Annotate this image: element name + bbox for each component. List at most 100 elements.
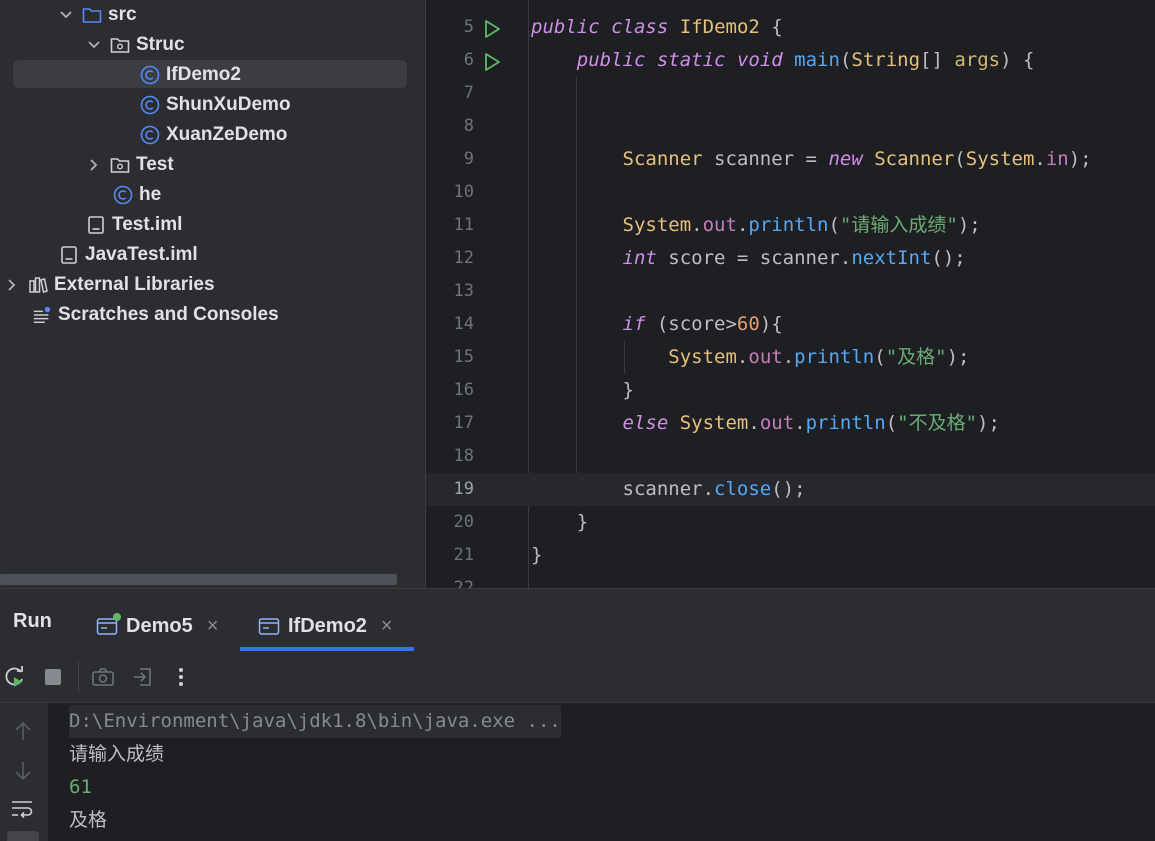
tree-item-label: Test.iml	[112, 214, 183, 235]
class-icon	[140, 125, 160, 145]
tree-item-shunxudemo[interactable]: ShunXuDemo	[0, 90, 420, 120]
line-number: 10	[453, 182, 474, 202]
tab-ifdemo2[interactable]: IfDemo2 ×	[258, 601, 393, 651]
tree-item-label: Struc	[136, 34, 185, 55]
rerun-icon[interactable]	[3, 665, 27, 689]
soft-wrap-icon[interactable]	[10, 797, 34, 821]
tree-item-label: External Libraries	[54, 274, 215, 295]
chevron-right-icon[interactable]	[4, 277, 20, 293]
line-number: 15	[453, 347, 474, 367]
code-text: System.out.println("及格");	[668, 346, 970, 368]
code-line: 12 int score = scanner.nextInt();	[426, 242, 1155, 275]
file-icon	[59, 245, 79, 265]
code-text: }	[531, 544, 543, 566]
class-icon	[140, 65, 160, 85]
code-line: 5 public class IfDemo2 {	[426, 11, 1155, 44]
line-number: 22	[453, 578, 474, 588]
code-line: 22	[426, 572, 1155, 588]
tree-item-label: Scratches and Consoles	[58, 304, 279, 325]
chevron-down-icon[interactable]	[58, 7, 74, 23]
code-line: 15 System.out.println("及格");	[426, 341, 1155, 374]
code-text: Scanner scanner = new Scanner(System.in)…	[622, 148, 1092, 170]
line-number: 12	[453, 248, 474, 268]
horizontal-scrollbar[interactable]	[0, 574, 397, 585]
line-number: 5	[463, 17, 474, 37]
line-number: 14	[453, 314, 474, 334]
line-number: 6	[463, 50, 474, 70]
tree-item-label: IfDemo2	[166, 64, 241, 85]
run-config-icon	[96, 613, 121, 636]
tab-label: IfDemo2	[288, 614, 367, 637]
line-number: 16	[453, 380, 474, 400]
tree-item-scratches[interactable]: Scratches and Consoles	[0, 300, 420, 330]
camera-icon[interactable]	[91, 665, 115, 689]
console-output-line: 请输入成绩	[69, 743, 165, 765]
code-text: System.out.println("请输入成绩");	[622, 214, 981, 236]
line-number: 9	[463, 149, 474, 169]
line-number: 17	[453, 413, 474, 433]
tree-item-label: ShunXuDemo	[166, 94, 291, 115]
close-icon[interactable]: ×	[381, 615, 393, 638]
code-line: 6 public static void main(String[] args)…	[426, 44, 1155, 77]
code-line-current: 19 scanner.close();	[426, 473, 1155, 506]
more-options-icon[interactable]	[169, 665, 193, 689]
line-number: 20	[453, 512, 474, 532]
chevron-down-icon[interactable]	[86, 37, 102, 53]
tree-item-label: JavaTest.iml	[85, 244, 198, 265]
package-icon	[110, 35, 130, 55]
tab-label: Demo5	[126, 614, 193, 637]
console-output-line: 及格	[69, 809, 108, 831]
code-text: public static void main(String[] args) {	[576, 49, 1035, 71]
tree-item-javatest-iml[interactable]: JavaTest.iml	[0, 240, 420, 270]
arrow-down-icon[interactable]	[11, 759, 35, 783]
tree-item-src[interactable]: src	[0, 0, 420, 30]
code-line: 18	[426, 440, 1155, 473]
code-line: 16 }	[426, 374, 1155, 407]
chevron-right-icon[interactable]	[86, 157, 102, 173]
run-title: Run	[13, 610, 52, 632]
tree-item-ifdemo2[interactable]: IfDemo2	[0, 60, 420, 90]
project-tool-window: src Struc IfDemo2 ShunXuDemo XuanZeDemo …	[0, 0, 425, 588]
exit-icon[interactable]	[131, 665, 155, 689]
line-number: 7	[463, 83, 474, 103]
run-config-icon	[258, 616, 280, 636]
libraries-icon	[28, 275, 48, 295]
code-line: 9 Scanner scanner = new Scanner(System.i…	[426, 143, 1155, 176]
code-text: }	[531, 511, 589, 533]
run-side-toolbar	[0, 703, 48, 841]
tree-item-test-iml[interactable]: Test.iml	[0, 210, 420, 240]
run-gutter-icon[interactable]	[482, 19, 502, 43]
code-line: 21 }	[426, 539, 1155, 572]
line-number: 19	[453, 479, 474, 499]
tree-item-struc[interactable]: Struc	[0, 30, 420, 60]
stop-icon[interactable]	[41, 665, 65, 689]
code-text: public class IfDemo2 {	[531, 16, 783, 38]
run-gutter-icon[interactable]	[482, 52, 502, 76]
arrow-up-icon[interactable]	[11, 719, 35, 743]
tree-item-xuanzedemo[interactable]: XuanZeDemo	[0, 120, 420, 150]
console-output[interactable]: D:\Environment\java\jdk1.8\bin\java.exe …	[48, 703, 1155, 841]
scroll-to-end-icon[interactable]	[7, 831, 39, 841]
package-icon	[110, 155, 130, 175]
code-line: 17 else System.out.println("不及格");	[426, 407, 1155, 440]
tree-item-he[interactable]: he	[0, 180, 420, 210]
line-number: 18	[453, 446, 474, 466]
tree-item-external-libraries[interactable]: External Libraries	[0, 270, 420, 300]
line-number: 8	[463, 116, 474, 136]
file-icon	[86, 215, 106, 235]
tree-item-label: he	[139, 184, 162, 205]
code-line: 20 }	[426, 506, 1155, 539]
code-line: 10	[426, 176, 1155, 209]
close-icon[interactable]: ×	[207, 615, 219, 638]
console-command-line: D:\Environment\java\jdk1.8\bin\java.exe …	[69, 705, 561, 738]
code-text: if (score>60){	[622, 313, 783, 335]
tree-item-label: XuanZeDemo	[166, 124, 288, 145]
code-line: 14 if (score>60){	[426, 308, 1155, 341]
folder-icon	[82, 5, 102, 25]
tab-demo5[interactable]: Demo5 ×	[96, 601, 218, 651]
tree-item-test[interactable]: Test	[0, 150, 420, 180]
line-number: 21	[453, 545, 474, 565]
class-icon	[113, 185, 133, 205]
code-editor[interactable]: 5 public class IfDemo2 { 6 public static…	[426, 0, 1155, 588]
console-input-line: 61	[69, 776, 92, 798]
